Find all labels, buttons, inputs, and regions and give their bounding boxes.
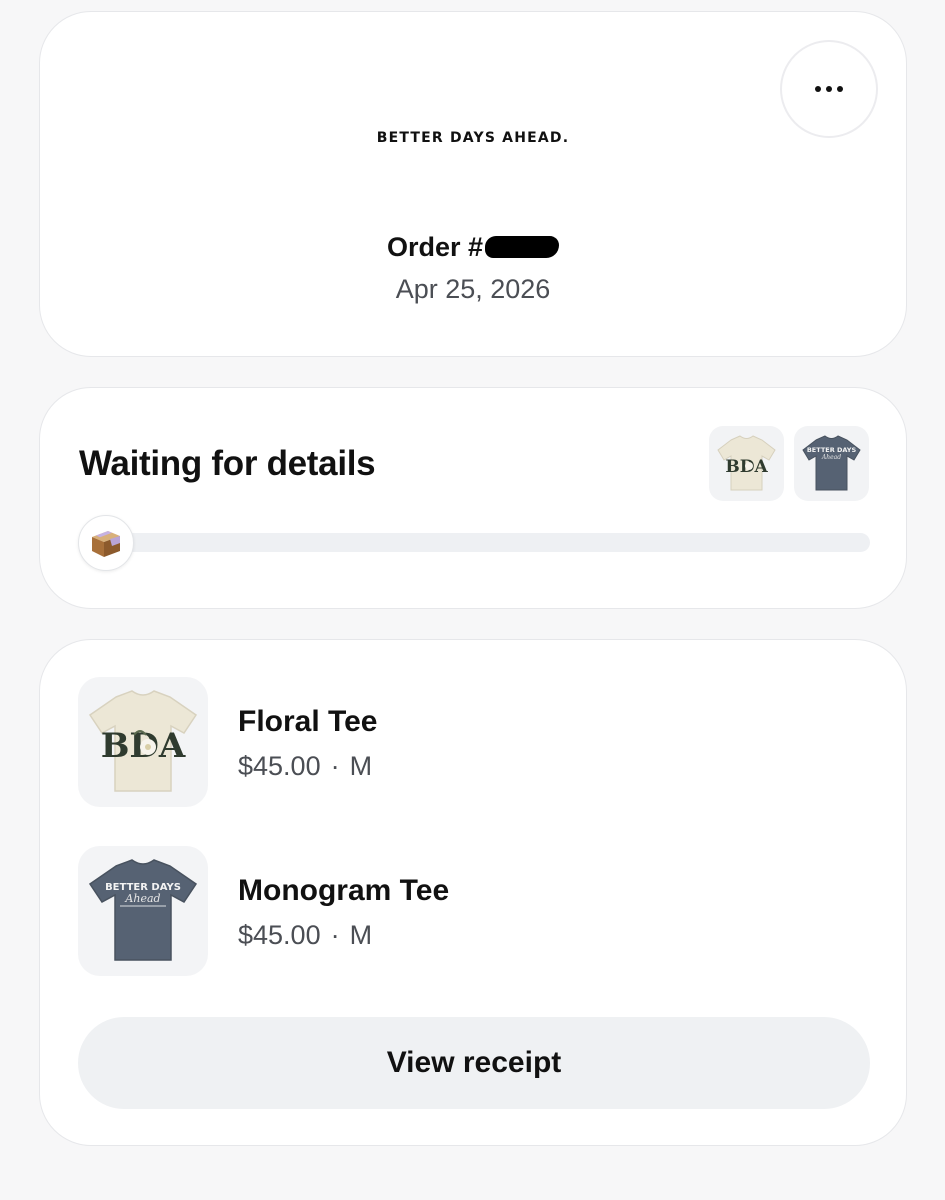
svg-text:BETTER DAYS: BETTER DAYS xyxy=(807,446,857,454)
order-label: Order # xyxy=(386,232,484,262)
item-name: Floral Tee xyxy=(238,705,378,738)
list-item[interactable]: BDA Floral Tee $45.00 · M xyxy=(78,677,868,807)
order-date: Apr 25, 2026 xyxy=(395,274,551,304)
order-number: Order # xyxy=(40,232,906,263)
view-receipt-button[interactable]: View receipt xyxy=(78,1017,870,1109)
package-box-graphic xyxy=(92,531,120,557)
brand-logo: BETTER DAYS AHEAD. xyxy=(376,130,570,146)
order-status-card[interactable]: Waiting for details BDA BETTER DAYS Ahea… xyxy=(39,387,907,609)
item-thumbnail: BDA xyxy=(78,677,208,807)
item-size: M xyxy=(349,920,373,950)
item-size: M xyxy=(349,751,373,781)
status-title: Waiting for details xyxy=(79,444,376,483)
floral-tee-image: BDA xyxy=(717,435,776,491)
more-options-button[interactable] xyxy=(780,40,878,138)
package-box-icon xyxy=(78,515,134,571)
item-price: $45.00 xyxy=(238,920,321,950)
status-thumbnail-monogram-tee: BETTER DAYS Ahead xyxy=(794,426,869,501)
item-meta: $45.00 · M xyxy=(238,920,372,951)
svg-text:Ahead: Ahead xyxy=(124,892,160,905)
more-horizontal-icon xyxy=(815,86,821,92)
floral-tee-image: BDA xyxy=(88,690,198,792)
list-item[interactable]: BETTER DAYS Ahead Monogram Tee $45.00 · M xyxy=(78,846,868,976)
more-horizontal-icon-dot xyxy=(837,86,843,92)
monogram-tee-image: BETTER DAYS Ahead xyxy=(802,435,861,491)
item-price: $45.00 xyxy=(238,751,321,781)
redacted-order-id xyxy=(485,236,560,258)
meta-separator: · xyxy=(330,751,340,781)
item-thumbnail: BETTER DAYS Ahead xyxy=(78,846,208,976)
order-header-card: BETTER DAYS AHEAD. Order # Apr 25, 2026 xyxy=(39,11,907,357)
item-meta: $45.00 · M xyxy=(238,751,372,782)
status-thumbnail-floral-tee: BDA xyxy=(709,426,784,501)
meta-separator: · xyxy=(330,920,340,950)
progress-bar xyxy=(84,533,870,552)
monogram-tee-image: BETTER DAYS Ahead xyxy=(88,859,198,961)
order-items-card: BDA Floral Tee $45.00 · M BETTER DAYS Ahea… xyxy=(39,639,907,1146)
more-horizontal-icon-dot xyxy=(826,86,832,92)
svg-text:Ahead: Ahead xyxy=(821,454,841,461)
item-name: Monogram Tee xyxy=(238,874,450,907)
